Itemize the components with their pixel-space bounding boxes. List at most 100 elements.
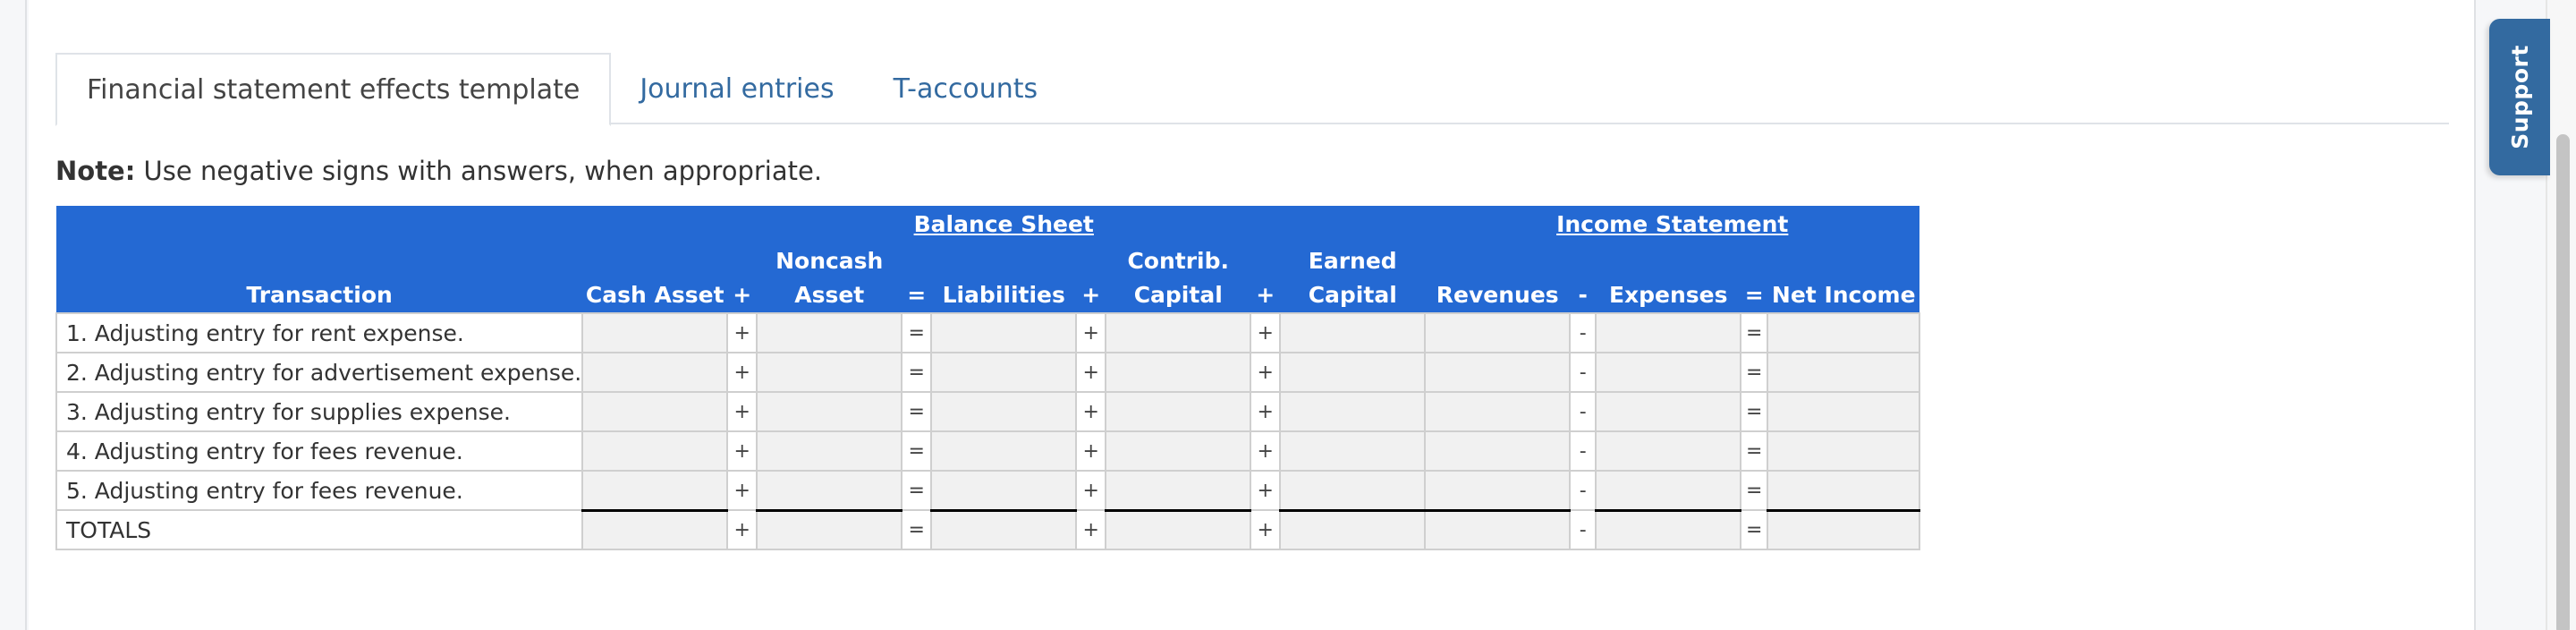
- cash-asset-input[interactable]: [583, 433, 727, 469]
- revenues-cell: [1424, 470, 1572, 512]
- noncash-asset-input[interactable]: [758, 315, 902, 351]
- net-income-cell: [1767, 470, 1921, 512]
- noncash-asset-input[interactable]: [758, 394, 902, 430]
- col-earned-capital-line1: Earned: [1308, 248, 1397, 274]
- noncash-asset-input[interactable]: [758, 472, 902, 508]
- liabilities-input[interactable]: [932, 354, 1076, 390]
- op-minus: -: [1569, 509, 1597, 550]
- earned-capital-cell: [1279, 509, 1427, 550]
- op-equals: =: [901, 509, 933, 550]
- contrib-capital-input[interactable]: [1106, 433, 1250, 469]
- op-minus: -: [1569, 470, 1597, 511]
- liabilities-input[interactable]: [932, 433, 1076, 469]
- op-minus: -: [1578, 282, 1588, 308]
- op-plus: +: [1250, 430, 1282, 472]
- earned-capital-input[interactable]: [1281, 354, 1425, 390]
- col-cash-asset: Cash Asset: [585, 282, 724, 308]
- net-income-input[interactable]: [1768, 315, 1919, 351]
- op-minus: -: [1569, 391, 1597, 432]
- earned-capital-cell: [1279, 391, 1427, 432]
- cash-asset-cell: [581, 470, 729, 512]
- revenues-input[interactable]: [1426, 354, 1570, 390]
- earned-capital-input[interactable]: [1281, 315, 1425, 351]
- earned-capital-input[interactable]: [1281, 433, 1425, 469]
- op-equals: =: [1744, 282, 1764, 308]
- earned-capital-cell: [1279, 312, 1427, 353]
- revenues-input[interactable]: [1426, 394, 1570, 430]
- transaction-label: 1. Adjusting entry for rent expense.: [55, 312, 584, 353]
- expenses-cell: [1595, 509, 1742, 550]
- contrib-capital-input[interactable]: [1106, 394, 1250, 430]
- liabilities-cell: [930, 391, 1078, 432]
- noncash-asset-input[interactable]: [758, 512, 902, 549]
- table-row: 4. Adjusting entry for fees revenue. + = + +…: [55, 430, 1921, 472]
- expenses-input[interactable]: [1597, 512, 1741, 549]
- noncash-asset-input[interactable]: [758, 354, 902, 390]
- tab-journal-entries[interactable]: Journal entries: [611, 53, 864, 124]
- earned-capital-input[interactable]: [1281, 512, 1425, 549]
- cash-asset-input[interactable]: [583, 512, 727, 549]
- net-income-cell: [1767, 352, 1921, 393]
- tab-t-accounts[interactable]: T-accounts: [865, 53, 1067, 124]
- liabilities-input[interactable]: [932, 315, 1076, 351]
- earned-capital-cell: [1279, 352, 1427, 393]
- table-row: 2. Adjusting entry for advertisement exp…: [55, 352, 1921, 393]
- cash-asset-input[interactable]: [583, 472, 727, 508]
- earned-capital-input[interactable]: [1281, 472, 1425, 508]
- contrib-capital-cell: [1105, 312, 1252, 353]
- contrib-capital-input[interactable]: [1106, 315, 1250, 351]
- net-income-input[interactable]: [1768, 354, 1919, 390]
- revenues-cell: [1424, 312, 1572, 353]
- cash-asset-input[interactable]: [583, 394, 727, 430]
- expenses-input[interactable]: [1597, 315, 1741, 351]
- expenses-input[interactable]: [1597, 433, 1741, 469]
- expenses-cell: [1595, 352, 1742, 393]
- transaction-label: 2. Adjusting entry for advertisement exp…: [55, 352, 584, 393]
- tab-financial-statement-effects-template[interactable]: Financial statement effects template: [55, 53, 612, 126]
- contrib-capital-input[interactable]: [1106, 512, 1250, 549]
- earned-capital-input[interactable]: [1281, 394, 1425, 430]
- contrib-capital-cell: [1105, 430, 1252, 472]
- net-income-input[interactable]: [1768, 394, 1919, 430]
- col-earned-capital-line2: Capital: [1308, 282, 1397, 308]
- liabilities-input[interactable]: [932, 512, 1076, 549]
- expenses-input[interactable]: [1597, 394, 1741, 430]
- op-equals: =: [1740, 312, 1769, 353]
- expenses-input[interactable]: [1597, 472, 1741, 508]
- scrollbar[interactable]: [2549, 0, 2576, 630]
- net-income-input[interactable]: [1768, 433, 1919, 469]
- revenues-cell: [1424, 509, 1572, 550]
- cash-asset-cell: [581, 509, 729, 550]
- scrollbar-thumb[interactable]: [2556, 134, 2570, 630]
- col-revenues: Revenues: [1436, 282, 1559, 308]
- op-plus: +: [1075, 430, 1107, 472]
- liabilities-cell: [930, 430, 1078, 472]
- net-income-input[interactable]: [1768, 472, 1919, 508]
- net-income-input[interactable]: [1768, 512, 1919, 549]
- liabilities-input[interactable]: [932, 394, 1076, 430]
- contrib-capital-input[interactable]: [1106, 354, 1250, 390]
- liabilities-input[interactable]: [932, 472, 1076, 508]
- expenses-cell: [1595, 391, 1742, 432]
- op-plus: +: [726, 509, 758, 550]
- support-button[interactable]: Support: [2489, 19, 2550, 175]
- contrib-capital-cell: [1105, 470, 1252, 512]
- table-row: 3. Adjusting entry for supplies expense.…: [55, 391, 1921, 432]
- expenses-input[interactable]: [1597, 354, 1741, 390]
- cash-asset-input[interactable]: [583, 354, 727, 390]
- revenues-input[interactable]: [1426, 315, 1570, 351]
- op-plus: +: [726, 430, 758, 472]
- revenues-input[interactable]: [1426, 433, 1570, 469]
- col-contrib-capital-line1: Contrib.: [1127, 248, 1230, 274]
- revenues-input[interactable]: [1426, 512, 1570, 549]
- note-body: Use negative signs with answers, when ap…: [135, 156, 823, 186]
- revenues-input[interactable]: [1426, 472, 1570, 508]
- op-plus: +: [1075, 312, 1107, 353]
- col-expenses: Expenses: [1608, 282, 1728, 308]
- noncash-asset-input[interactable]: [758, 433, 902, 469]
- liabilities-cell: [930, 509, 1078, 550]
- net-income-cell: [1767, 430, 1921, 472]
- cash-asset-input[interactable]: [583, 315, 727, 351]
- col-liabilities: Liabilities: [942, 282, 1065, 308]
- contrib-capital-input[interactable]: [1106, 472, 1250, 508]
